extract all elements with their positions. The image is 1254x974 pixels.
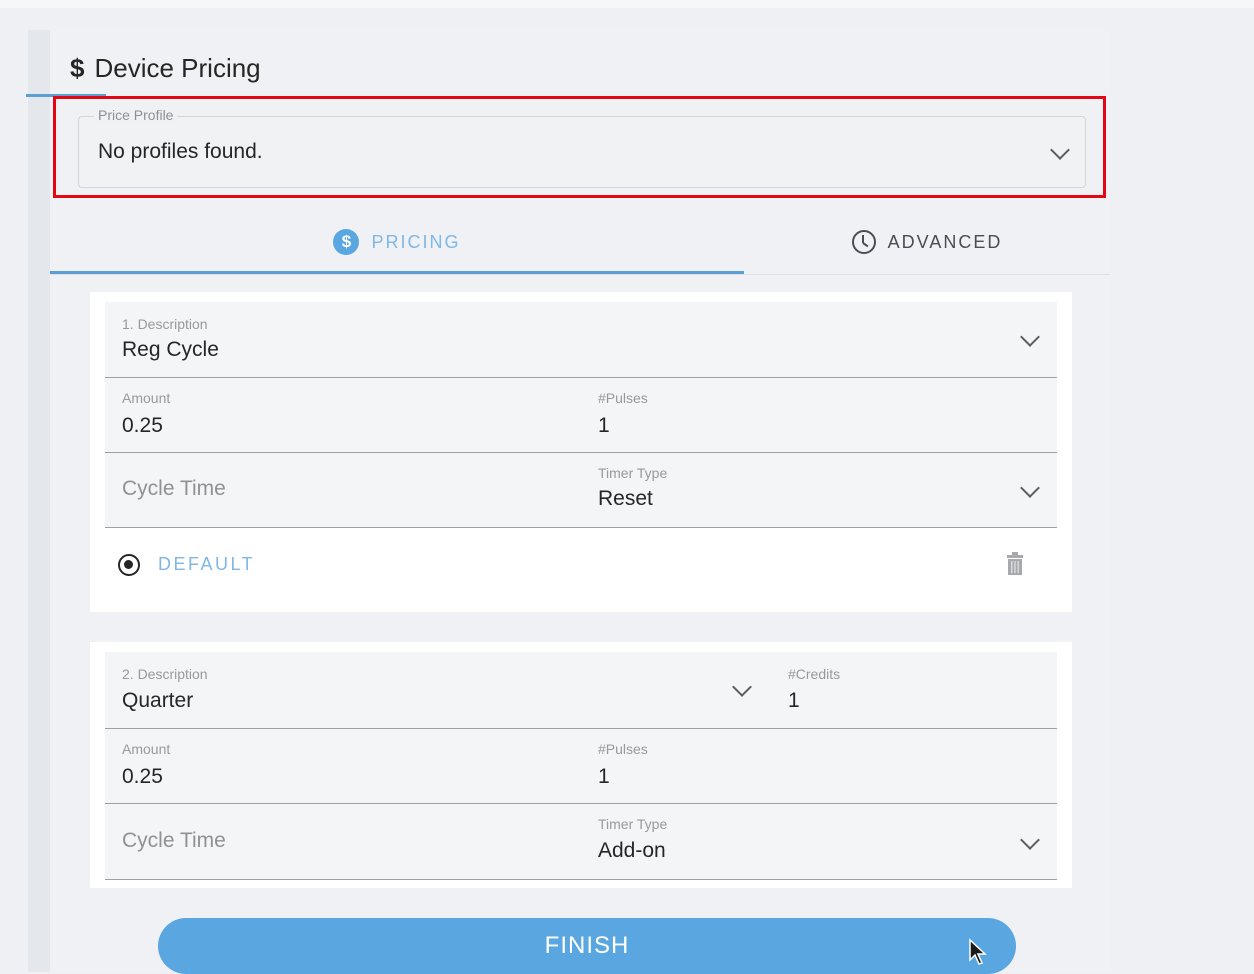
amount-label-1: Amount (122, 390, 171, 406)
description-credits-row-2: 2. Description Quarter #Credits 1 (105, 652, 1057, 729)
tab-bar: $ PRICING ADVANCED (50, 210, 1110, 274)
chevron-down-icon[interactable] (1020, 327, 1040, 347)
tab-divider (50, 274, 1110, 275)
amount-value-2: 0.25 (122, 765, 163, 788)
default-radio[interactable] (118, 554, 140, 576)
amount-pulses-row-2: Amount 0.25 #Pulses 1 (105, 729, 1057, 804)
chevron-down-icon[interactable] (732, 677, 752, 697)
pulses-value-2: 1 (598, 765, 610, 788)
dollar-icon: $ (70, 52, 85, 83)
pulses-value-1: 1 (598, 414, 610, 437)
amount-field-2[interactable]: Amount 0.25 (105, 729, 581, 803)
mouse-cursor-icon (969, 938, 987, 965)
trash-icon[interactable] (1006, 552, 1024, 576)
tab-pricing-label: PRICING (371, 231, 461, 252)
description-select-1[interactable]: 1. Description Reg Cycle (105, 302, 1057, 378)
timer-type-select-2[interactable]: Timer Type Add-on (581, 804, 1057, 879)
cycle-timer-row-2: Cycle Time Timer Type Add-on (105, 804, 1057, 880)
timer-type-value-2: Add-on (598, 839, 666, 862)
cycle-time-placeholder-2: Cycle Time (122, 829, 226, 852)
timer-type-label-2: Timer Type (598, 816, 668, 832)
pulses-label-1: #Pulses (598, 390, 648, 406)
chevron-down-icon[interactable] (1020, 478, 1040, 498)
tab-advanced[interactable]: ADVANCED (744, 210, 1110, 274)
left-edge-strip (28, 30, 50, 972)
cycle-time-placeholder-1: Cycle Time (122, 477, 226, 500)
pulses-label-2: #Pulses (598, 741, 648, 757)
finish-button[interactable]: FINISH (158, 918, 1016, 974)
tab-pricing[interactable]: $ PRICING (50, 210, 744, 274)
tab-advanced-label: ADVANCED (887, 231, 1003, 252)
timer-type-value-1: Reset (598, 487, 653, 510)
description-label-1: 1. Description (122, 316, 208, 332)
credits-value-2: 1 (788, 689, 800, 712)
amount-label-2: Amount (122, 741, 171, 757)
cycle-time-field-1[interactable]: Cycle Time (105, 453, 581, 527)
highlight-box (53, 96, 1106, 198)
cycle-time-field-2[interactable]: Cycle Time (105, 804, 581, 879)
clock-icon (851, 230, 876, 254)
timer-type-label-1: Timer Type (598, 465, 668, 481)
finish-label: FINISH (544, 932, 630, 959)
dollar-coin-icon: $ (333, 229, 360, 255)
timer-type-select-1[interactable]: Timer Type Reset (581, 453, 1057, 527)
amount-field-1[interactable]: Amount 0.25 (105, 378, 581, 452)
description-select-2[interactable]: 2. Description Quarter (105, 652, 771, 728)
credits-field-2[interactable]: #Credits 1 (771, 652, 1057, 728)
amount-value-1: 0.25 (122, 414, 163, 437)
pricing-item-card-1: 1. Description Reg Cycle Amount 0.25 #Pu… (90, 292, 1072, 612)
description-label-2: 2. Description (122, 666, 208, 682)
default-row-1: DEFAULT (90, 528, 1072, 612)
active-tab-indicator (50, 271, 744, 274)
pulses-field-1[interactable]: #Pulses 1 (581, 378, 1057, 452)
cycle-timer-row-1: Cycle Time Timer Type Reset (105, 453, 1057, 528)
chevron-down-icon[interactable] (1020, 830, 1040, 850)
description-value-1: Reg Cycle (122, 338, 219, 361)
top-strip (0, 0, 1254, 8)
page-title: Device Pricing (94, 52, 261, 83)
pulses-field-2[interactable]: #Pulses 1 (581, 729, 1057, 803)
pricing-item-card-2: 2. Description Quarter #Credits 1 Amount… (90, 642, 1072, 888)
description-value-2: Quarter (122, 689, 194, 712)
default-label[interactable]: DEFAULT (158, 554, 255, 575)
credits-label-2: #Credits (788, 666, 841, 682)
amount-pulses-row-1: Amount 0.25 #Pulses 1 (105, 378, 1057, 453)
page-header: $ Device Pricing (70, 50, 261, 86)
